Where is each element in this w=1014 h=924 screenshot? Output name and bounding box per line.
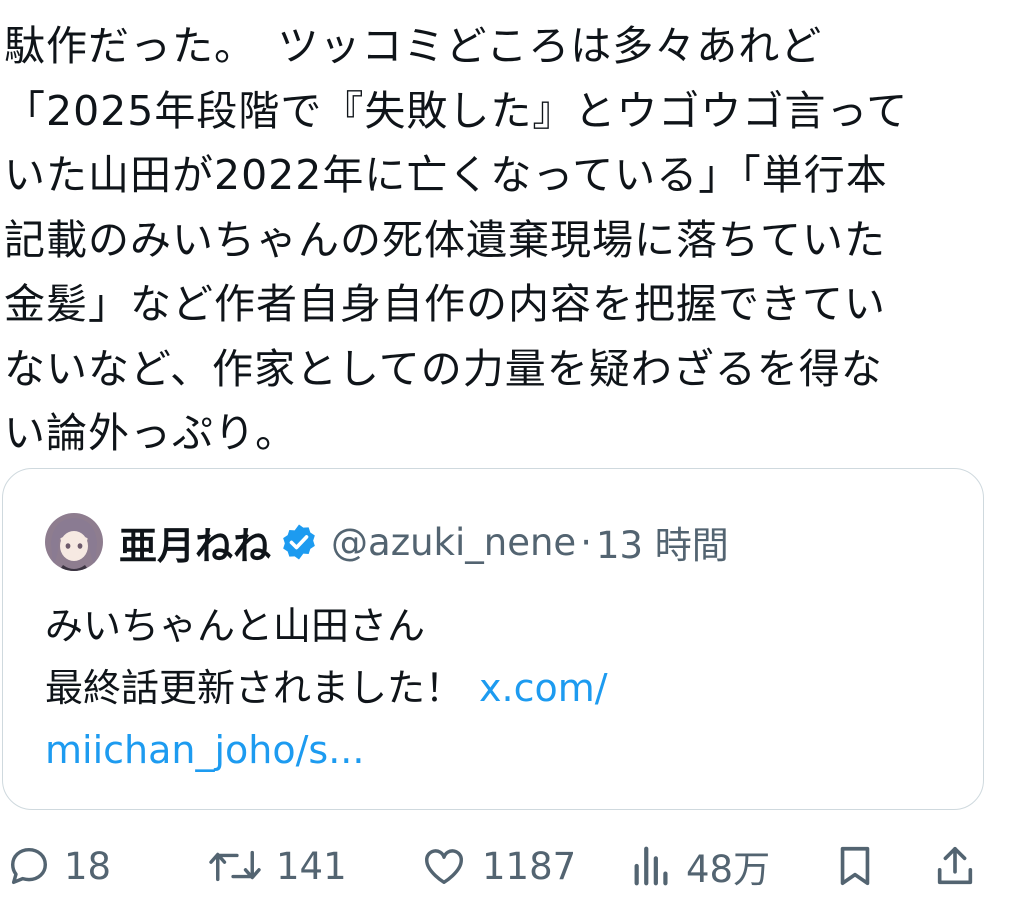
quoted-post-header: 亜月ねね @azuki_nene · 13 時間 bbox=[45, 513, 729, 571]
post-text-line: いた山田が2022年に亡くなっている」「単行本 bbox=[4, 151, 888, 199]
verified-badge-icon bbox=[283, 524, 315, 560]
quoted-post-link-continued[interactable]: miichan_joho/s... bbox=[45, 719, 965, 781]
quoted-author-handle[interactable]: @azuki_nene bbox=[331, 521, 576, 564]
repost-button[interactable]: 141 bbox=[206, 834, 347, 898]
post-text-line: 金髪」など作者自身自作の内容を把握できてい bbox=[4, 280, 886, 328]
reply-icon bbox=[10, 847, 48, 885]
quoted-text-line: 最終話更新されました！ bbox=[45, 666, 464, 710]
post-action-bar: 18 141 1187 48万 bbox=[0, 834, 1014, 898]
post-text-line: い論外っぷり。 bbox=[4, 409, 298, 457]
bookmark-button[interactable] bbox=[832, 834, 878, 898]
separator-dot: · bbox=[580, 520, 592, 564]
post-text-line: ないなど、作家としての力量を疑わざるを得な bbox=[4, 344, 883, 393]
like-icon bbox=[425, 849, 463, 885]
quoted-post-text: みいちゃんと山田さん 最終話更新されました！ x.com/ miichan_joh… bbox=[45, 595, 965, 781]
bookmark-icon bbox=[840, 846, 870, 886]
share-button[interactable] bbox=[932, 834, 978, 898]
views-count: 48万 bbox=[686, 848, 771, 891]
reply-count: 18 bbox=[64, 844, 112, 888]
quoted-text-line: みいちゃんと山田さん bbox=[45, 604, 426, 648]
like-count: 1187 bbox=[482, 844, 577, 888]
views-icon bbox=[634, 846, 668, 886]
post-text-line: 駄作だった。 ツッコミどころは多々あれど bbox=[4, 22, 823, 70]
reply-button[interactable]: 18 bbox=[6, 834, 111, 898]
post-text-line: 記載のみいちゃんの死体遺棄現場に落ちていた bbox=[4, 215, 886, 264]
quoted-post-card[interactable]: 亜月ねね @azuki_nene · 13 時間 みいちゃんと山田さん 最終話更… bbox=[2, 468, 984, 810]
views-button[interactable]: 48万 bbox=[630, 834, 770, 898]
like-button[interactable]: 1187 bbox=[418, 834, 576, 898]
quoted-author-name[interactable]: 亜月ねね bbox=[119, 515, 271, 570]
post-text: 駄作だった。 ツッコミどころは多々あれど 「2025年段階で『失敗した』とウゴウ… bbox=[4, 14, 1004, 466]
post-text-line: 「2025年段階で『失敗した』とウゴウゴ言って bbox=[4, 86, 909, 135]
share-icon bbox=[937, 846, 973, 885]
quoted-post-link[interactable]: x.com/ bbox=[479, 666, 608, 710]
quoted-post-time[interactable]: 13 時間 bbox=[596, 515, 729, 569]
avatar[interactable] bbox=[45, 513, 103, 571]
repost-icon bbox=[209, 850, 261, 882]
repost-count: 141 bbox=[276, 844, 347, 888]
